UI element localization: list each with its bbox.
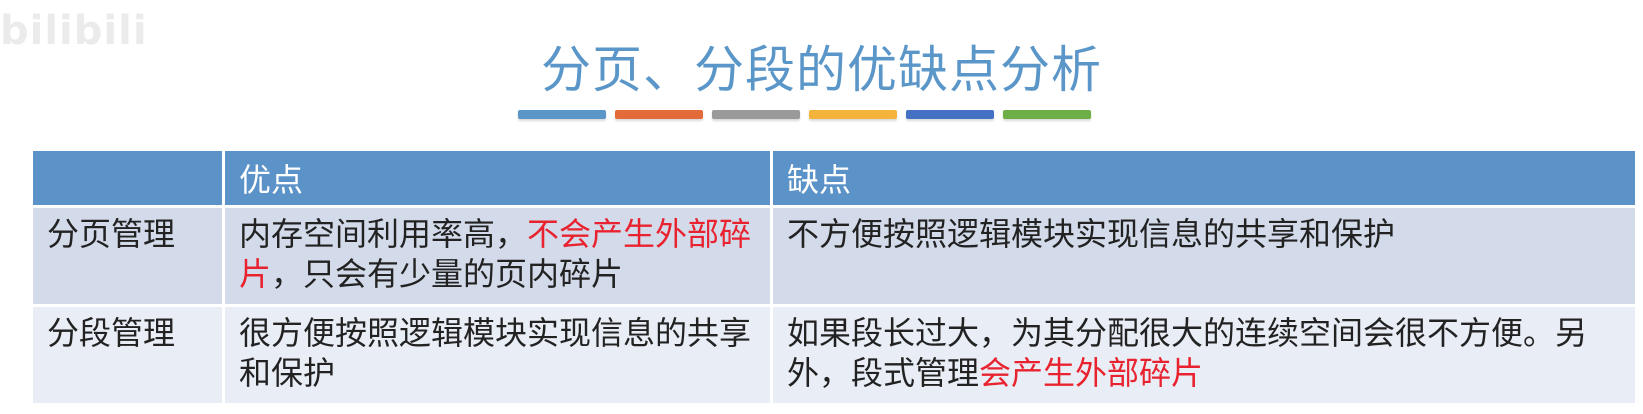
table-header-advantages: 优点	[222, 148, 773, 208]
title-bar-segment	[712, 110, 800, 119]
title-bar-segment	[615, 110, 703, 119]
table-row-paging: 分页管理 内存空间利用率高，不会产生外部碎片，只会有少量的页内碎片 不方便按照逻…	[30, 205, 1638, 307]
table-row-segmentation: 分段管理 很方便按照逻辑模块实现信息的共享和保护 如果段长过大，为其分配很大的连…	[30, 304, 1638, 406]
slide-title: 分页、分段的优缺点分析	[541, 41, 1102, 99]
segmentation-disadvantage-cell: 如果段长过大，为其分配很大的连续空间会很不方便。另外，段式管理会产生外部碎片	[770, 304, 1638, 406]
title-bar-segment	[809, 110, 897, 119]
title-decoration-bar	[518, 110, 1091, 119]
paging-disadvantage-cell: 不方便按照逻辑模块实现信息的共享和保护	[770, 205, 1638, 307]
title-bar-segment	[1003, 110, 1091, 119]
paging-advantage-cell: 内存空间利用率高，不会产生外部碎片，只会有少量的页内碎片	[222, 205, 773, 307]
paging-disadvantage-text: 不方便按照逻辑模块实现信息的共享和保护	[787, 215, 1396, 253]
paging-advantage-text-end: ，只会有少量的页内碎片	[271, 255, 624, 293]
title-bar-segment	[906, 110, 994, 119]
paging-advantage-text: 内存空间利用率高，	[239, 215, 528, 253]
segmentation-disadvantage-highlight: 会产生外部碎片	[979, 354, 1204, 392]
segmentation-advantage-text: 很方便按照逻辑模块实现信息的共享和保护	[239, 314, 752, 392]
table-header-row: 优点 缺点	[30, 148, 1638, 208]
comparison-table: 优点 缺点 分页管理 内存空间利用率高，不会产生外部碎片，只会有少量的页内碎片 …	[30, 148, 1638, 406]
row-label-paging: 分页管理	[30, 205, 225, 307]
table-header-disadvantages: 缺点	[770, 148, 1638, 208]
table-header-corner	[30, 148, 225, 208]
title-bar-segment	[518, 110, 606, 119]
row-label-segmentation: 分段管理	[30, 304, 225, 406]
segmentation-advantage-cell: 很方便按照逻辑模块实现信息的共享和保护	[222, 304, 773, 406]
